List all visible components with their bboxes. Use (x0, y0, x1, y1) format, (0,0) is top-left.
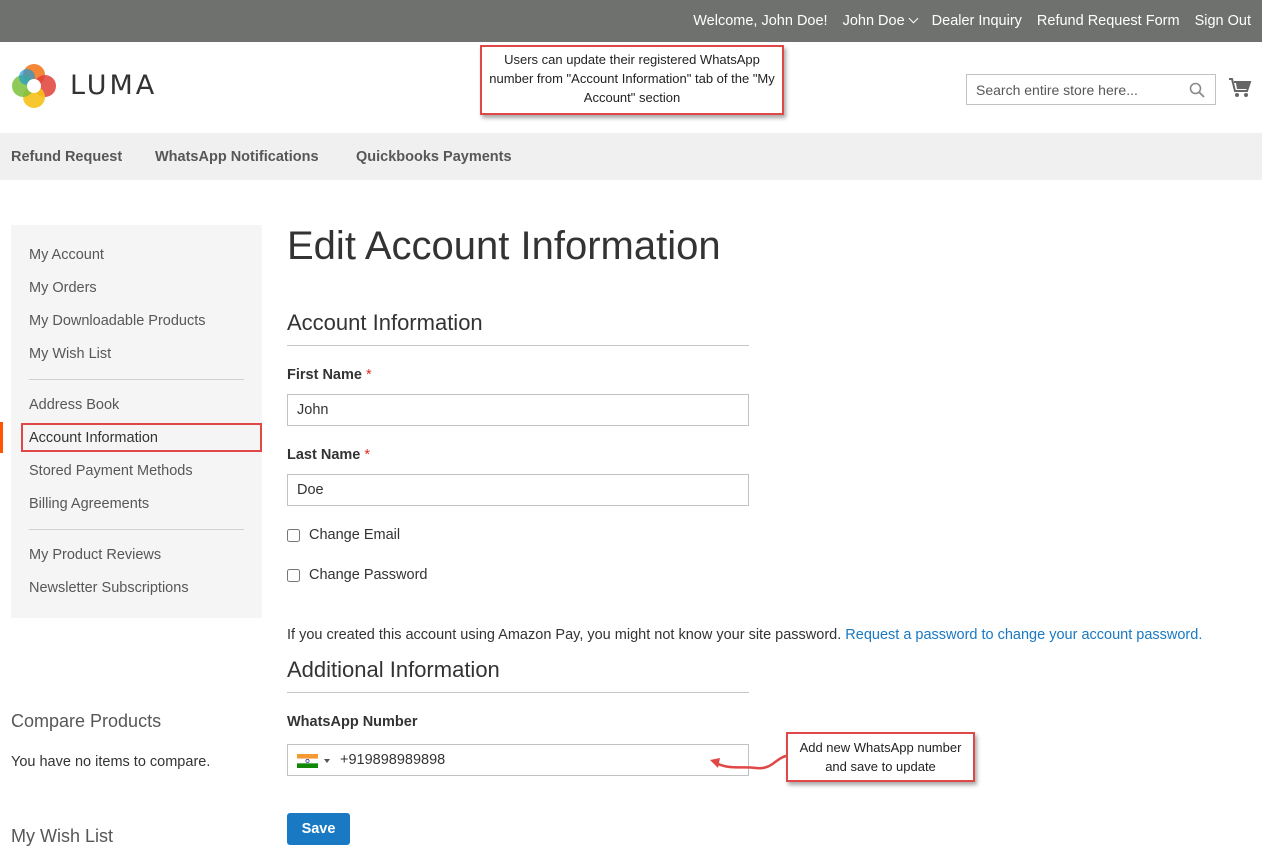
change-email-option[interactable]: Change Email (287, 527, 400, 543)
account-dropdown[interactable]: John Doe (842, 13, 919, 29)
sidebar-item-my-orders[interactable]: My Orders (29, 280, 97, 296)
india-flag-icon[interactable] (297, 754, 318, 768)
sidebar-item-wish-list[interactable]: My Wish List (29, 346, 111, 362)
annotation-bottom: Add new WhatsApp number and save to upda… (786, 732, 975, 782)
nav-item-whatsapp-notifications[interactable]: WhatsApp Notifications (155, 149, 319, 165)
sidebar-item-stored-payment-methods[interactable]: Stored Payment Methods (29, 463, 193, 479)
sidebar-item-my-account[interactable]: My Account (29, 247, 104, 263)
whatsapp-number-label: WhatsApp Number (287, 714, 418, 730)
amazon-pay-note: If you created this account using Amazon… (287, 627, 1202, 643)
section-divider (287, 692, 749, 693)
first-name-field[interactable] (287, 394, 749, 426)
account-name: John Doe (842, 13, 905, 29)
change-email-checkbox[interactable] (287, 528, 300, 542)
first-name-label: First Name * (287, 367, 372, 383)
sidebar-active-indicator (0, 422, 3, 453)
nav-item-quickbooks-payments[interactable]: Quickbooks Payments (356, 149, 512, 165)
search-icon[interactable] (1189, 82, 1205, 98)
amazon-pay-note-text: If you created this account using Amazon… (287, 627, 842, 643)
wish-list-block-title: My Wish List (11, 826, 114, 846)
account-information-section-title: Account Information (287, 310, 483, 335)
sidebar-item-address-book[interactable]: Address Book (29, 397, 119, 413)
search-input[interactable] (967, 75, 1177, 104)
annotation-highlight-account-information (21, 423, 262, 452)
compare-products-title: Compare Products (11, 711, 162, 731)
change-email-label: Change Email (309, 527, 401, 543)
sidebar-item-newsletter-subscriptions[interactable]: Newsletter Subscriptions (29, 580, 189, 596)
sign-out-link[interactable]: Sign Out (1195, 13, 1251, 29)
required-mark: * (364, 447, 370, 463)
sidebar-item-billing-agreements[interactable]: Billing Agreements (29, 496, 149, 512)
sidebar-item-product-reviews[interactable]: My Product Reviews (29, 547, 161, 563)
annotation-top: Users can update their registered WhatsA… (480, 45, 784, 115)
refund-request-form-link[interactable]: Refund Request Form (1037, 13, 1180, 29)
main-navigation: Refund Request WhatsApp Notifications Qu… (0, 133, 1262, 180)
section-divider (287, 345, 749, 346)
page-title: Edit Account Information (287, 224, 721, 268)
logo-text[interactable]: LUMA (70, 70, 157, 101)
last-name-label: Last Name * (287, 447, 370, 463)
cart-icon[interactable] (1228, 77, 1252, 99)
chevron-down-icon (908, 13, 919, 24)
welcome-message: Welcome, John Doe! (693, 13, 828, 29)
header-links: Welcome, John Doe! John Doe Dealer Inqui… (693, 0, 1251, 42)
search-box (966, 74, 1216, 105)
dealer-inquiry-link[interactable]: Dealer Inquiry (932, 13, 1022, 29)
request-password-link[interactable]: Request a password to change your accoun… (845, 627, 1202, 643)
change-password-label: Change Password (309, 567, 428, 583)
annotation-arrow-icon (710, 754, 787, 770)
whatsapp-number-field[interactable] (340, 745, 740, 775)
sidebar-item-downloadable-products[interactable]: My Downloadable Products (29, 313, 206, 329)
change-password-option[interactable]: Change Password (287, 567, 428, 583)
sidebar-divider (29, 379, 244, 380)
luma-logo-icon[interactable] (11, 63, 57, 109)
additional-information-section-title: Additional Information (287, 657, 500, 682)
top-bar: Welcome, John Doe! John Doe Dealer Inqui… (0, 0, 1262, 42)
save-button[interactable]: Save (287, 813, 350, 845)
required-mark: * (365, 367, 372, 383)
first-name-label-text: First Name (287, 367, 362, 383)
country-dropdown-icon[interactable] (324, 759, 330, 763)
last-name-field[interactable] (287, 474, 749, 506)
compare-products-empty: You have no items to compare. (11, 754, 211, 770)
change-password-checkbox[interactable] (287, 568, 300, 582)
nav-item-refund-request[interactable]: Refund Request (11, 149, 122, 165)
whatsapp-number-input-group (287, 744, 749, 776)
sidebar-divider (29, 529, 244, 530)
account-sidebar: My Account My Orders My Downloadable Pro… (11, 225, 262, 618)
last-name-label-text: Last Name (287, 447, 361, 463)
